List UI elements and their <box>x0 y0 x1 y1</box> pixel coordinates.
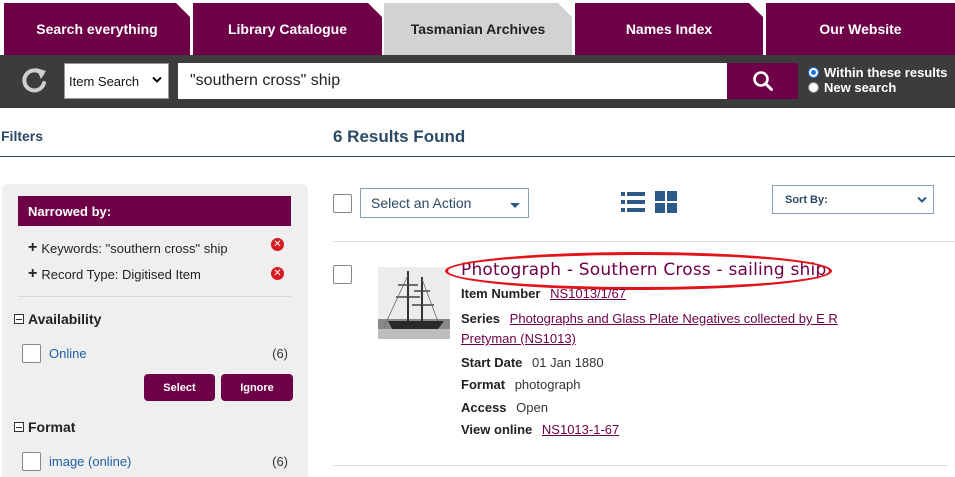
result-checkbox[interactable] <box>333 265 352 284</box>
divider <box>333 241 955 242</box>
highlight-annotation <box>445 252 832 290</box>
select-button[interactable]: Select <box>144 374 215 401</box>
divider <box>0 156 955 157</box>
radio-button[interactable] <box>808 82 819 93</box>
facet-option-image-online[interactable]: image (online) (6) <box>22 451 288 471</box>
tab-label: Our Website <box>819 21 902 37</box>
search-icon <box>752 71 773 91</box>
facet-availability-toggle[interactable]: Availability <box>14 311 101 327</box>
results-count-heading: 6 Results Found <box>333 127 466 146</box>
tab-fold <box>749 3 763 17</box>
search-input[interactable]: "southern cross" ship <box>178 63 727 99</box>
series-link-continued[interactable]: Pretyman (NS1013) <box>461 331 576 346</box>
facet-option-count: (6) <box>272 345 288 361</box>
chevron-down-icon <box>917 196 927 203</box>
caret-down-icon <box>510 203 520 208</box>
facet-title: Format <box>28 419 76 435</box>
facet-option-online[interactable]: Online (6) <box>22 343 288 363</box>
radio-label: Within these results <box>824 65 948 80</box>
select-all-checkbox[interactable] <box>333 194 352 213</box>
active-filter-label: Keywords: "southern cross" ship <box>41 240 228 256</box>
result-access: Access Open <box>461 400 548 415</box>
radio-within-results[interactable]: Within these results <box>808 65 947 80</box>
action-select-placeholder: Select an Action <box>371 195 472 211</box>
sort-label: Sort By: <box>785 193 828 206</box>
remove-icon[interactable]: ✕ <box>271 267 284 280</box>
result-series: Series Photographs and Glass Plate Negat… <box>461 311 838 326</box>
tab-fold <box>176 3 190 17</box>
tab-label: Search everything <box>36 21 158 37</box>
meta-label: Access <box>461 400 507 415</box>
meta-label: Format <box>461 377 506 392</box>
item-number-link[interactable]: NS1013/1/67 <box>550 286 626 301</box>
meta-label: Item Number <box>461 286 541 301</box>
radio-button[interactable] <box>808 67 819 78</box>
tab-our-website[interactable]: Our Website <box>766 3 955 55</box>
search-scope-radios: Within these results New search <box>808 65 947 95</box>
result-thumbnail[interactable] <box>378 267 450 339</box>
plus-icon: + <box>28 265 38 282</box>
checkbox[interactable] <box>22 343 41 363</box>
divider <box>333 465 948 466</box>
radio-label: New search <box>824 80 897 95</box>
facet-format-toggle[interactable]: Format <box>14 419 75 435</box>
meta-label: Start Date <box>461 355 523 370</box>
result-item-number: Item Number NS1013/1/67 <box>461 286 626 301</box>
tab-tasmanian-archives[interactable]: Tasmanian Archives <box>384 3 572 55</box>
access-value: Open <box>516 400 548 415</box>
filters-heading: Filters <box>1 128 44 144</box>
result-series-continued: Pretyman (NS1013) <box>461 331 576 346</box>
plus-icon: + <box>28 239 38 256</box>
facet-option-label[interactable]: image (online) <box>49 454 272 469</box>
tab-label: Tasmanian Archives <box>410 21 546 37</box>
facet-option-count: (6) <box>272 453 288 469</box>
search-type-value: Item Search <box>69 73 140 89</box>
tab-search-everything[interactable]: Search everything <box>4 3 190 55</box>
list-view-icon[interactable] <box>621 191 645 213</box>
result-format: Format photograph <box>461 377 580 392</box>
top-tab-bar: Search everything Library Catalogue Tasm… <box>0 0 955 55</box>
meta-label: Series <box>461 311 501 326</box>
sailing-ship-image <box>378 267 450 339</box>
search-bar: Item Search "southern cross" ship Within… <box>0 55 955 108</box>
sort-select[interactable]: Sort By: <box>772 185 934 214</box>
view-online-link[interactable]: NS1013-1-67 <box>542 422 619 437</box>
search-button[interactable] <box>727 63 798 99</box>
active-filter-keywords: + Keywords: "southern cross" ship <box>28 239 228 257</box>
start-date-value: 01 Jan 1880 <box>532 355 604 370</box>
tab-names-index[interactable]: Names Index <box>575 3 763 55</box>
ignore-button[interactable]: Ignore <box>221 374 293 401</box>
format-value: photograph <box>514 377 581 392</box>
result-start-date: Start Date 01 Jan 1880 <box>461 355 604 370</box>
chevron-down-icon <box>152 76 162 83</box>
tab-fold <box>558 3 572 17</box>
facet-option-label[interactable]: Online <box>49 346 272 361</box>
radio-new-search[interactable]: New search <box>808 80 947 95</box>
grid-view-icon[interactable] <box>655 191 677 213</box>
series-link[interactable]: Photographs and Glass Plate Negatives co… <box>510 311 838 326</box>
search-query-text: "southern cross" ship <box>190 72 341 89</box>
action-select[interactable]: Select an Action <box>360 188 529 218</box>
meta-label: View online <box>461 422 533 437</box>
facet-title: Availability <box>28 311 102 327</box>
checkbox[interactable] <box>22 451 41 471</box>
narrowed-by-header: Narrowed by: <box>18 196 291 226</box>
collapse-icon <box>14 314 24 324</box>
remove-icon[interactable]: ✕ <box>271 238 284 251</box>
tab-label: Names Index <box>625 21 713 37</box>
search-type-select[interactable]: Item Search <box>64 63 169 99</box>
collapse-icon <box>14 422 24 432</box>
refresh-icon[interactable] <box>18 65 50 97</box>
tab-label: Library Catalogue <box>227 21 348 37</box>
divider <box>18 296 291 297</box>
tab-fold <box>368 3 382 17</box>
active-filter-label: Record Type: Digitised Item <box>41 266 201 282</box>
tab-library-catalogue[interactable]: Library Catalogue <box>193 3 382 55</box>
active-filter-record-type: + Record Type: Digitised Item <box>28 265 201 283</box>
result-view-online: View online NS1013-1-67 <box>461 422 619 437</box>
